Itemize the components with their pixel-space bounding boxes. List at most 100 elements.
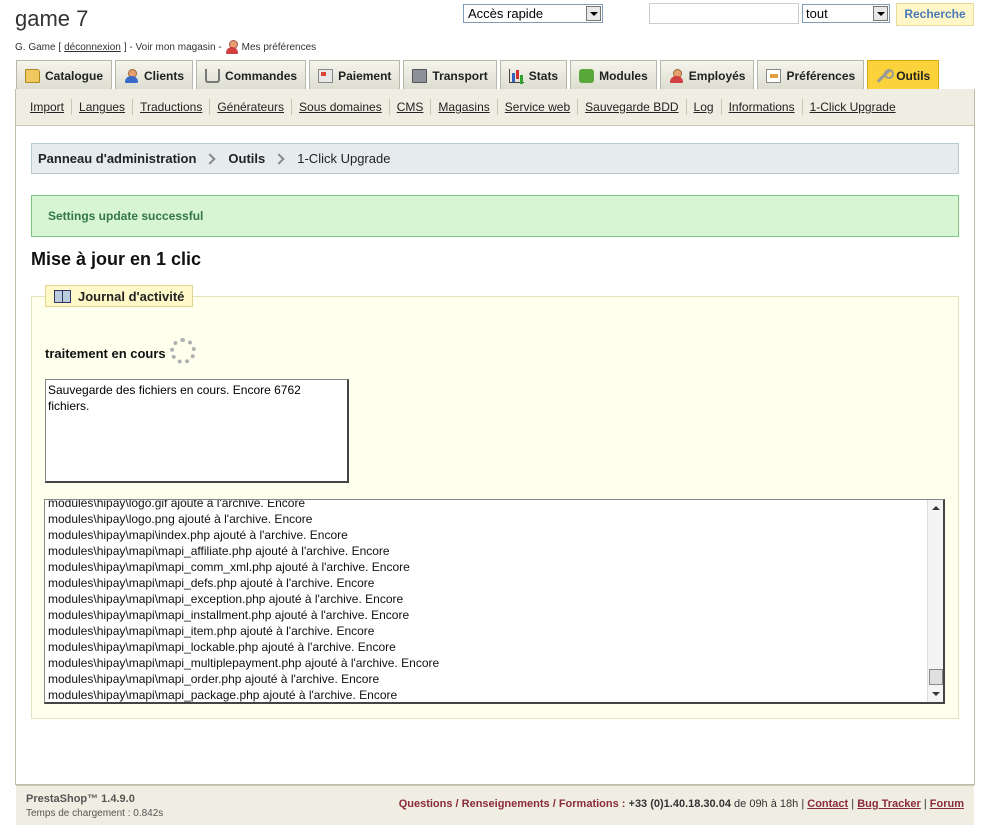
subnav-import[interactable]: Import <box>23 99 73 115</box>
status-textbox[interactable]: Sauvegarde des fichiers en cours. Encore… <box>45 379 349 483</box>
version-label: PrestaShop™ 1.4.9.0 <box>26 793 135 805</box>
log-line: modules\hipay\mapi\mapi_installment.php … <box>48 608 410 622</box>
tab-label: Stats <box>528 68 559 83</box>
log-lines: modules\hipay\logo.gif ajouté à l'archiv… <box>48 499 440 702</box>
tab-catalogue[interactable]: Catalogue <box>16 60 113 90</box>
contact-link[interactable]: Contact <box>807 798 848 810</box>
view-store-link[interactable]: ] - Voir mon magasin - <box>124 42 222 53</box>
footer-links: Questions / Renseignements / Formations … <box>398 798 964 810</box>
search-input[interactable] <box>649 3 799 24</box>
activity-log-title: Journal d'activité <box>78 288 185 304</box>
subnav-langues[interactable]: Langues <box>72 99 134 115</box>
tab-label: Outils <box>896 68 931 83</box>
shop-title: game 7 <box>15 6 89 31</box>
tab-preferences[interactable]: Préférences <box>757 60 865 90</box>
page-title: Mise à jour en 1 clic <box>31 249 202 269</box>
log-scrollbar[interactable] <box>927 500 943 702</box>
subnav-sous-domaines[interactable]: Sous domaines <box>292 99 390 115</box>
chart-icon <box>508 68 524 83</box>
book-icon <box>54 290 71 303</box>
user-line: G. Game [ déconnexion ] - Voir mon magas… <box>15 40 316 54</box>
user-name: G. Game [ <box>15 41 62 53</box>
folder-icon <box>25 68 40 83</box>
subnav-magasins[interactable]: Magasins <box>431 99 498 115</box>
scroll-thumb[interactable] <box>929 669 943 685</box>
logout-link[interactable]: déconnexion <box>64 42 121 53</box>
tab-transport[interactable]: Transport <box>403 60 497 90</box>
bug-tracker-link[interactable]: Bug Tracker <box>857 798 921 810</box>
chevron-right-icon <box>204 152 217 165</box>
log-line: modules\hipay\mapi\mapi_item.php ajouté … <box>48 624 375 638</box>
subnav-log[interactable]: Log <box>687 99 722 115</box>
prefs-icon <box>766 68 782 83</box>
success-message: Settings update successful <box>31 195 959 237</box>
tab-paiement[interactable]: Paiement <box>309 60 401 90</box>
tab-label: Préférences <box>786 68 856 83</box>
tab-commandes[interactable]: Commandes <box>196 60 307 90</box>
puzzle-icon <box>579 68 595 83</box>
chevron-down-icon[interactable] <box>873 6 888 21</box>
search-scope-select[interactable]: tout <box>802 4 890 23</box>
subnav-informations[interactable]: Informations <box>722 99 803 115</box>
tab-label: Employés <box>688 68 746 83</box>
tab-label: Paiement <box>338 68 392 83</box>
load-time: Temps de chargement : 0.842s <box>26 808 164 819</box>
tab-outils[interactable]: Outils <box>867 60 940 90</box>
log-line: modules\hipay\mapi\mapi_defs.php ajouté … <box>48 576 375 590</box>
subnav-traductions[interactable]: Traductions <box>133 99 211 115</box>
subnav-cms[interactable]: CMS <box>390 99 432 115</box>
tab-label: Catalogue <box>45 68 104 83</box>
sub-navigation: Import Langues Traductions Générateurs S… <box>16 89 974 126</box>
tab-label: Clients <box>144 68 185 83</box>
log-line: modules\hipay\mapi\mapi_multiplepayment.… <box>48 656 440 670</box>
tab-label: Transport <box>432 68 488 83</box>
subnav-generateurs[interactable]: Générateurs <box>210 99 293 115</box>
forum-link[interactable]: Forum <box>930 798 964 810</box>
log-line: modules\hipay\logo.gif ajouté à l'archiv… <box>48 499 306 510</box>
subnav-sauvegarde-bdd[interactable]: Sauvegarde BDD <box>578 99 687 115</box>
card-icon <box>318 68 334 83</box>
scroll-down-icon[interactable] <box>928 686 943 702</box>
user-icon <box>225 40 239 54</box>
activity-log-legend: Journal d'activité <box>45 285 194 307</box>
tab-label: Modules <box>599 68 648 83</box>
log-textarea[interactable]: modules\hipay\logo.gif ajouté à l'archiv… <box>44 499 945 704</box>
log-line: modules\hipay\mapi\mapi_lockable.php ajo… <box>48 640 396 654</box>
tab-employes[interactable]: Employés <box>659 60 755 90</box>
log-line: modules\hipay\mapi\mapi_comm_xml.php ajo… <box>48 560 410 574</box>
search-scope-value: tout <box>806 6 828 21</box>
log-line: modules\hipay\logo.png ajouté à l'archiv… <box>48 512 313 526</box>
chevron-down-icon[interactable] <box>586 6 601 21</box>
search-button[interactable]: Recherche <box>896 3 974 26</box>
breadcrumb-admin-panel[interactable]: Panneau d'administration <box>38 151 196 166</box>
tab-label: Commandes <box>225 68 298 83</box>
loading-spinner-icon <box>170 338 196 364</box>
breadcrumb-current: 1-Click Upgrade <box>297 151 391 166</box>
log-line: modules\hipay\mapi\mapi_order.php ajouté… <box>48 672 380 686</box>
my-preferences-link[interactable]: Mes préférences <box>242 42 316 53</box>
support-hours: de 09h à 18h | <box>734 798 805 810</box>
quick-access-select[interactable]: Accès rapide <box>463 4 603 23</box>
tab-stats[interactable]: Stats <box>499 60 568 90</box>
person-icon <box>669 68 684 83</box>
breadcrumb-tools[interactable]: Outils <box>228 151 265 166</box>
subnav-service-web[interactable]: Service web <box>498 99 579 115</box>
support-phone: +33 (0)1.40.18.30.04 <box>628 798 731 810</box>
main-tabs: Catalogue Clients Commandes Paiement Tra… <box>16 60 940 90</box>
person-icon <box>124 68 139 83</box>
scroll-up-icon[interactable] <box>928 500 943 516</box>
truck-icon <box>412 68 428 83</box>
tab-clients[interactable]: Clients <box>115 60 194 90</box>
log-line: modules\hipay\mapi\mapi_exception.php aj… <box>48 592 404 606</box>
quick-access-value: Accès rapide <box>468 6 544 21</box>
processing-label: traitement en cours <box>45 346 166 361</box>
log-line: modules\hipay\mapi\mapi_affiliate.php aj… <box>48 544 390 558</box>
tab-modules[interactable]: Modules <box>570 60 657 90</box>
log-line: modules\hipay\mapi\index.php ajouté à l'… <box>48 528 348 542</box>
chevron-right-icon <box>273 152 285 165</box>
footer: PrestaShop™ 1.4.9.0 Temps de chargement … <box>16 785 974 825</box>
cart-icon <box>205 68 221 83</box>
log-line: modules\hipay\mapi\mapi_package.php ajou… <box>48 688 398 702</box>
subnav-1-click-upgrade[interactable]: 1-Click Upgrade <box>803 99 903 115</box>
wrench-icon <box>876 68 895 83</box>
